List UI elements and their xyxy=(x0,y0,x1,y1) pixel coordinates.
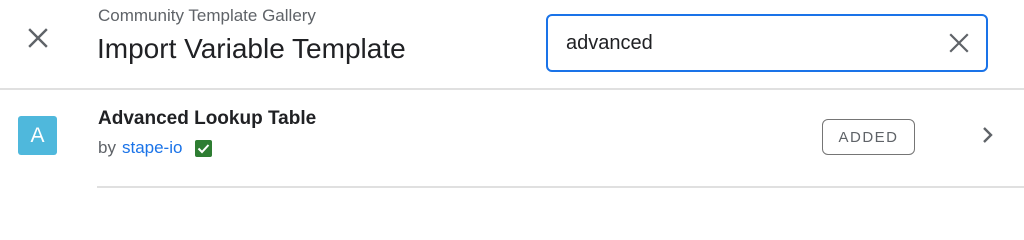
search-input[interactable] xyxy=(566,28,926,58)
close-button[interactable] xyxy=(18,18,58,58)
verified-check-icon xyxy=(195,139,213,157)
added-status-badge: ADDED xyxy=(822,119,915,155)
row-divider xyxy=(97,186,1024,188)
by-label: by xyxy=(98,138,116,157)
search-clear-button[interactable] xyxy=(946,30,972,56)
dialog-subtitle: Community Template Gallery xyxy=(98,6,316,25)
template-title: Advanced Lookup Table xyxy=(98,108,317,129)
template-byline: by stape-io xyxy=(98,138,213,158)
dialog-title: Import Variable Template xyxy=(97,33,406,64)
dialog-header: Community Template Gallery Import Variab… xyxy=(0,0,1024,88)
template-gallery-dialog: Community Template Gallery Import Variab… xyxy=(0,0,1024,218)
author-link[interactable]: stape-io xyxy=(122,138,182,158)
template-result-row[interactable]: A Advanced Lookup Table by stape-io ADDE… xyxy=(0,90,1024,186)
close-icon[interactable] xyxy=(948,32,970,54)
template-avatar: A xyxy=(18,116,57,155)
close-icon[interactable] xyxy=(26,26,50,50)
search-box[interactable] xyxy=(546,14,988,72)
chevron-right-icon[interactable] xyxy=(975,123,999,147)
